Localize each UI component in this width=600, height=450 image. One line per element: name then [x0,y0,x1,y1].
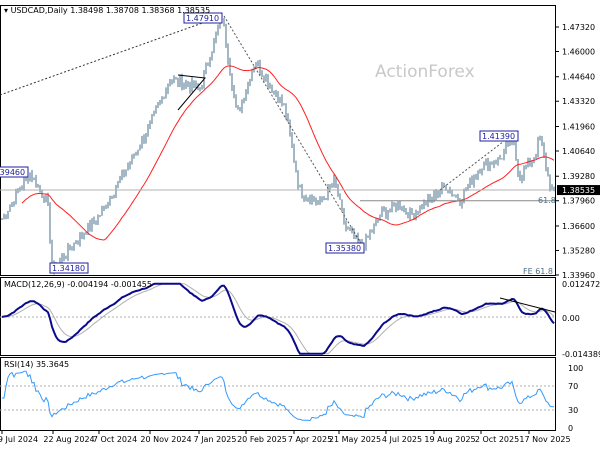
x-tick-label: 19 Aug 2025 [424,435,475,444]
y-tick-label: 1.39280 [562,172,595,181]
macd-tick-label: -0.014389 [562,350,600,359]
rsi-tick-label: 100 [568,364,583,373]
x-tick-label: 20 Feb 2025 [237,435,287,444]
y-tick-label: 1.44640 [562,73,595,82]
price-chart: ActionForex 1.47910 1.41390 1.35380 1.34180… [0,5,600,444]
high-label: 1.47910 [186,14,219,23]
macd-tick-label: 0.012472 [562,280,600,289]
x-tick-label: 7 Oct 2024 [93,435,137,444]
chart-header[interactable]: ▾ USDCAD,Daily 1.38498 1.38708 1.38368 1… [4,6,210,15]
x-tick-label: 2 Oct 2025 [475,435,519,444]
watermark: ActionForex [375,62,475,82]
y-tick-label: 1.47320 [562,23,595,32]
rsi-tick-label: 0 [568,424,573,433]
rsi-panel [0,357,556,431]
current-price-label: 1.38535 [562,186,595,195]
x-tick-label: 22 Aug 2024 [43,435,94,444]
swing-low-label: 1.35380 [328,244,361,253]
y-tick-label: 1.40640 [562,147,595,156]
y-tick-label: 1.35280 [562,246,595,255]
y-tick-label: 1.43320 [562,97,595,106]
x-tick-label: 20 Nov 2024 [140,435,191,444]
rsi-title: RSI(14) 35.3645 [4,360,69,369]
y-tick-label: 1.33960 [562,271,595,280]
macd-title: MACD(12,26,9) -0.004194 -0.001455 [4,280,152,289]
x-tick-label: 9 Jul 2024 [0,435,38,444]
swing-high-label: 1.41390 [482,132,515,141]
x-tick-label: 4 Jul 2025 [382,435,422,444]
y-tick-label: 1.41960 [562,122,595,131]
fe-label: FE 61.8 [523,267,553,276]
x-tick-label: 21 May 2025 [329,435,381,444]
left-label: 1.39460 [0,168,25,177]
x-tick-label: 7 Apr 2025 [288,435,332,444]
y-tick-label: 1.37960 [562,197,595,206]
rsi-tick-label: 30 [568,406,578,415]
fib-label: 61.8 [538,196,556,205]
y-tick-label: 1.46000 [562,48,595,57]
x-tick-label: 17 Nov 2025 [519,435,570,444]
y-tick-label: 1.36600 [562,222,595,231]
x-tick-label: 7 Jan 2025 [194,435,237,444]
rsi-tick-label: 70 [568,382,578,391]
low-label: 1.34180 [52,264,85,273]
macd-tick-label: 0.00 [562,314,580,323]
